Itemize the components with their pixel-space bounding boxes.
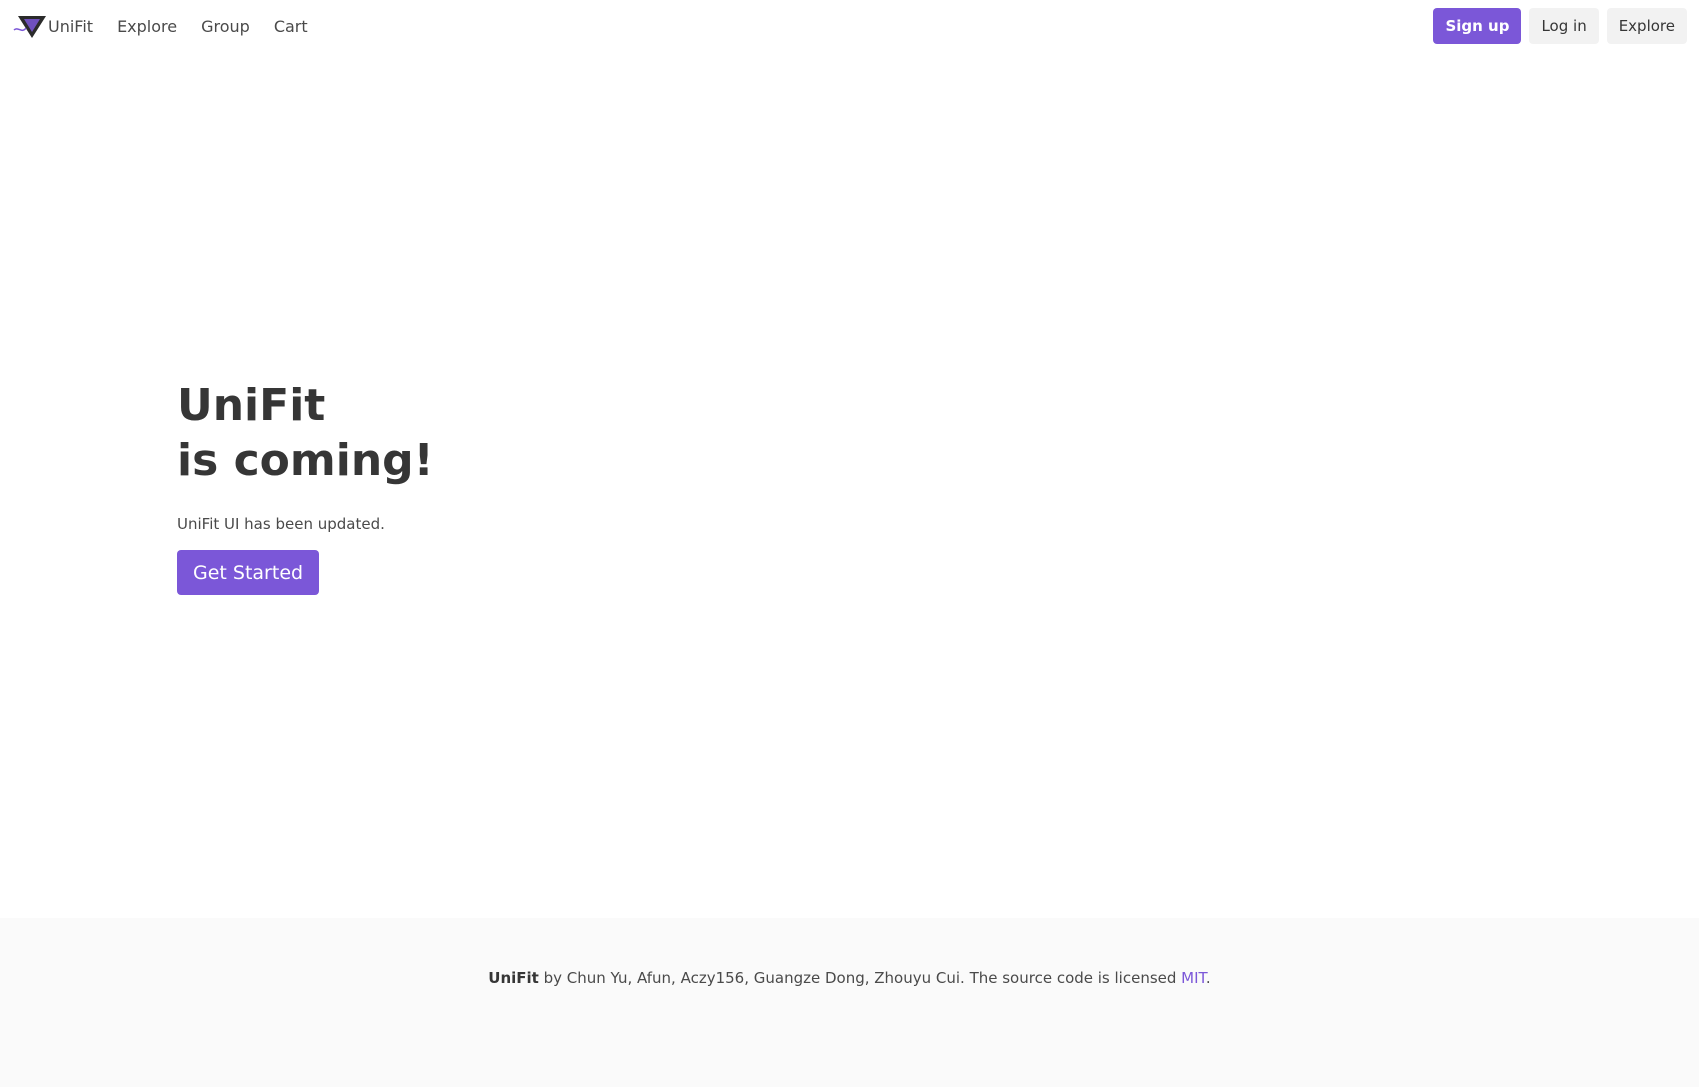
- hero-title: UniFit is coming!: [177, 378, 777, 488]
- footer-credits: by Chun Yu, Afun, Aczy156, Guangze Dong,…: [538, 969, 1182, 987]
- navbar-end: Sign up Log in Explore: [1433, 8, 1687, 44]
- hero-title-line1: UniFit: [177, 380, 326, 431]
- top-navbar: UniFit Explore Group Cart Sign up Log in…: [0, 0, 1699, 52]
- hero-subtitle: UniFit UI has been updated.: [177, 515, 385, 533]
- nav-link-explore[interactable]: Explore: [105, 0, 189, 52]
- footer-text: UniFit by Chun Yu, Afun, Aczy156, Guangz…: [488, 968, 1210, 1087]
- license-link[interactable]: MIT: [1181, 969, 1206, 987]
- login-button[interactable]: Log in: [1529, 8, 1599, 44]
- explore-button[interactable]: Explore: [1606, 8, 1687, 44]
- navbar-start: UniFit Explore Group Cart: [12, 0, 320, 52]
- footer: UniFit by Chun Yu, Afun, Aczy156, Guangz…: [0, 918, 1699, 1087]
- nav-link-cart[interactable]: Cart: [262, 0, 320, 52]
- brand-link[interactable]: UniFit: [12, 0, 105, 52]
- unifit-logo-icon: [13, 16, 46, 38]
- hero-title-line2: is coming!: [177, 435, 434, 486]
- signup-button[interactable]: Sign up: [1433, 8, 1522, 44]
- get-started-button[interactable]: Get Started: [177, 550, 320, 595]
- brand-name: UniFit: [48, 16, 94, 36]
- footer-brand: UniFit: [488, 969, 539, 987]
- page: UniFit Explore Group Cart Sign up Log in…: [0, 0, 1699, 1087]
- nav-link-group[interactable]: Group: [189, 0, 262, 52]
- hero-section: UniFit is coming! UniFit UI has been upd…: [177, 378, 777, 595]
- footer-end: .: [1205, 969, 1211, 987]
